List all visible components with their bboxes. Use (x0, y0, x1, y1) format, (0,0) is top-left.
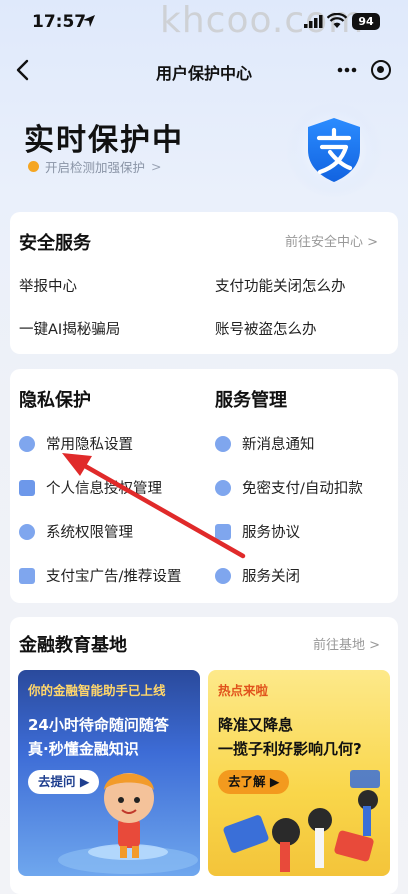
annotation-arrow (62, 453, 246, 559)
